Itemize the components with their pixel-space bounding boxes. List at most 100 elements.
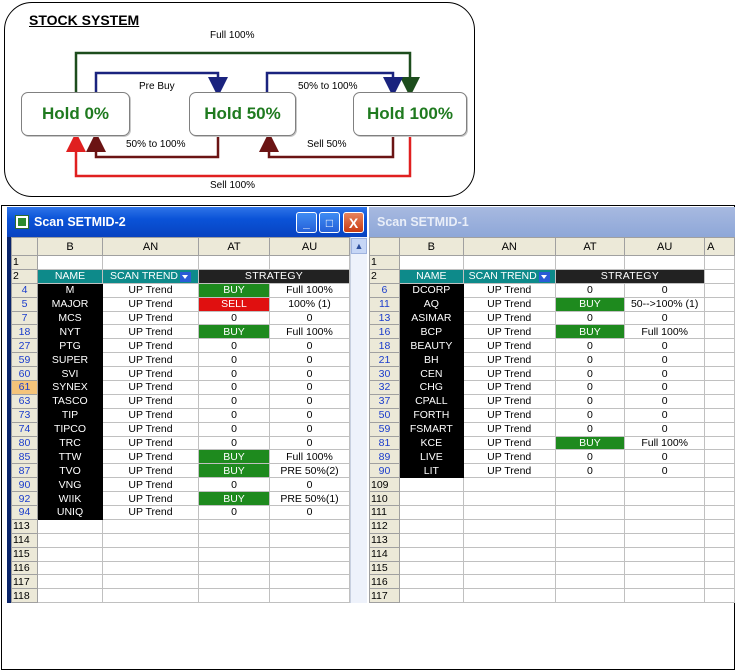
signal-cell[interactable]: BUY: [198, 491, 270, 507]
row-header[interactable]: 18: [369, 338, 400, 354]
cell[interactable]: [704, 477, 735, 493]
cell[interactable]: [624, 518, 706, 534]
strategy-cell[interactable]: 0: [624, 282, 706, 298]
window-scan-setmid-1[interactable]: Scan SETMID-1 B AN AT AU A 1 2 NAME SCAN…: [369, 207, 735, 603]
row-header[interactable]: 7: [11, 310, 38, 326]
row-header[interactable]: 37: [369, 393, 400, 409]
signal-cell[interactable]: 0: [554, 310, 626, 326]
cell[interactable]: [704, 407, 735, 423]
scan-trend-cell[interactable]: UP Trend: [462, 324, 556, 340]
stock-name-cell[interactable]: WIIK: [37, 491, 103, 507]
cell[interactable]: [554, 588, 626, 603]
cell[interactable]: [704, 338, 735, 354]
scan-trend-cell[interactable]: UP Trend: [102, 366, 199, 382]
strategy-cell[interactable]: 0: [269, 477, 350, 493]
row-header[interactable]: 113: [11, 518, 38, 534]
signal-cell[interactable]: 0: [554, 463, 626, 479]
signal-cell[interactable]: 0: [554, 421, 626, 437]
strategy-header[interactable]: STRATEGY: [554, 268, 706, 284]
strategy-cell[interactable]: 0: [269, 338, 350, 354]
cell[interactable]: [198, 532, 270, 548]
stock-name-cell[interactable]: CHG: [398, 380, 464, 395]
cell[interactable]: [102, 255, 199, 270]
column-header-at[interactable]: AT: [554, 237, 626, 256]
stock-name-cell[interactable]: SYNEX: [37, 380, 103, 395]
signal-cell[interactable]: 0: [198, 380, 270, 395]
stock-name-cell[interactable]: SUPER: [37, 352, 103, 368]
stock-name-cell[interactable]: LIT: [398, 463, 464, 479]
row-header[interactable]: 2: [11, 268, 38, 284]
row-header[interactable]: 80: [11, 435, 38, 451]
row-header[interactable]: 94: [11, 505, 38, 520]
row-header[interactable]: 13: [369, 310, 400, 326]
cell[interactable]: [398, 588, 464, 603]
stock-name-cell[interactable]: BCP: [398, 324, 464, 340]
scan-trend-cell[interactable]: UP Trend: [102, 380, 199, 395]
strategy-cell[interactable]: 0: [269, 505, 350, 520]
stock-name-cell[interactable]: MCS: [37, 310, 103, 326]
cell[interactable]: [462, 505, 556, 520]
row-header[interactable]: 85: [11, 449, 38, 465]
cell[interactable]: [37, 588, 103, 603]
strategy-cell[interactable]: 0: [624, 366, 706, 382]
strategy-cell[interactable]: 0: [624, 407, 706, 423]
signal-cell[interactable]: 0: [198, 366, 270, 382]
cell[interactable]: [198, 546, 270, 562]
window-scan-setmid-2[interactable]: Scan SETMID-2 _ □ X B AN AT AU 1 2 NAME …: [7, 207, 367, 603]
cell[interactable]: [37, 546, 103, 562]
cell[interactable]: [704, 296, 735, 312]
cell[interactable]: [37, 255, 103, 270]
cell[interactable]: [398, 505, 464, 520]
cell[interactable]: [704, 421, 735, 437]
cell[interactable]: [704, 518, 735, 534]
cell[interactable]: [462, 546, 556, 562]
cell[interactable]: [398, 560, 464, 576]
row-header[interactable]: 1: [11, 255, 38, 270]
strategy-cell[interactable]: 50-->100% (1): [624, 296, 706, 312]
cell[interactable]: [462, 477, 556, 493]
strategy-cell[interactable]: 0: [624, 352, 706, 368]
cell[interactable]: [624, 477, 706, 493]
scan-trend-cell[interactable]: UP Trend: [102, 463, 199, 479]
strategy-cell[interactable]: 0: [269, 407, 350, 423]
name-header[interactable]: NAME: [37, 268, 103, 284]
cell[interactable]: [624, 546, 706, 562]
stock-name-cell[interactable]: SVI: [37, 366, 103, 382]
cell[interactable]: [554, 505, 626, 520]
row-header[interactable]: 115: [369, 560, 400, 576]
signal-cell[interactable]: 0: [198, 421, 270, 437]
row-header[interactable]: 87: [11, 463, 38, 479]
signal-cell[interactable]: BUY: [554, 324, 626, 340]
sheet-table-left[interactable]: B AN AT AU 1 2 NAME SCAN TREND STRATEGY …: [11, 237, 350, 603]
strategy-cell[interactable]: PRE 50%(2): [269, 463, 350, 479]
cell[interactable]: [398, 477, 464, 493]
row-header[interactable]: 89: [369, 449, 400, 465]
cell[interactable]: [704, 449, 735, 465]
row-header[interactable]: 116: [369, 574, 400, 590]
stock-name-cell[interactable]: TASCO: [37, 393, 103, 409]
signal-cell[interactable]: 0: [198, 435, 270, 451]
column-header-an[interactable]: AN: [102, 237, 199, 256]
close-button[interactable]: X: [343, 212, 364, 233]
scan-trend-cell[interactable]: UP Trend: [462, 380, 556, 395]
strategy-cell[interactable]: 0: [269, 421, 350, 437]
signal-cell[interactable]: 0: [198, 505, 270, 520]
cell[interactable]: [704, 560, 735, 576]
stock-name-cell[interactable]: CPALL: [398, 393, 464, 409]
corner-cell[interactable]: [369, 237, 400, 256]
cell[interactable]: [198, 560, 270, 576]
strategy-cell[interactable]: 0: [624, 393, 706, 409]
cell[interactable]: [102, 574, 199, 590]
row-header[interactable]: 117: [11, 574, 38, 590]
cell[interactable]: [704, 588, 735, 603]
stock-name-cell[interactable]: UNIQ: [37, 505, 103, 520]
cell[interactable]: [462, 255, 556, 270]
cell[interactable]: [462, 491, 556, 507]
stock-name-cell[interactable]: FORTH: [398, 407, 464, 423]
strategy-cell[interactable]: Full 100%: [269, 324, 350, 340]
scan-trend-cell[interactable]: UP Trend: [462, 366, 556, 382]
row-header[interactable]: 4: [11, 282, 38, 298]
scan-trend-cell[interactable]: UP Trend: [102, 505, 199, 520]
row-header[interactable]: 73: [11, 407, 38, 423]
stock-name-cell[interactable]: AQ: [398, 296, 464, 312]
